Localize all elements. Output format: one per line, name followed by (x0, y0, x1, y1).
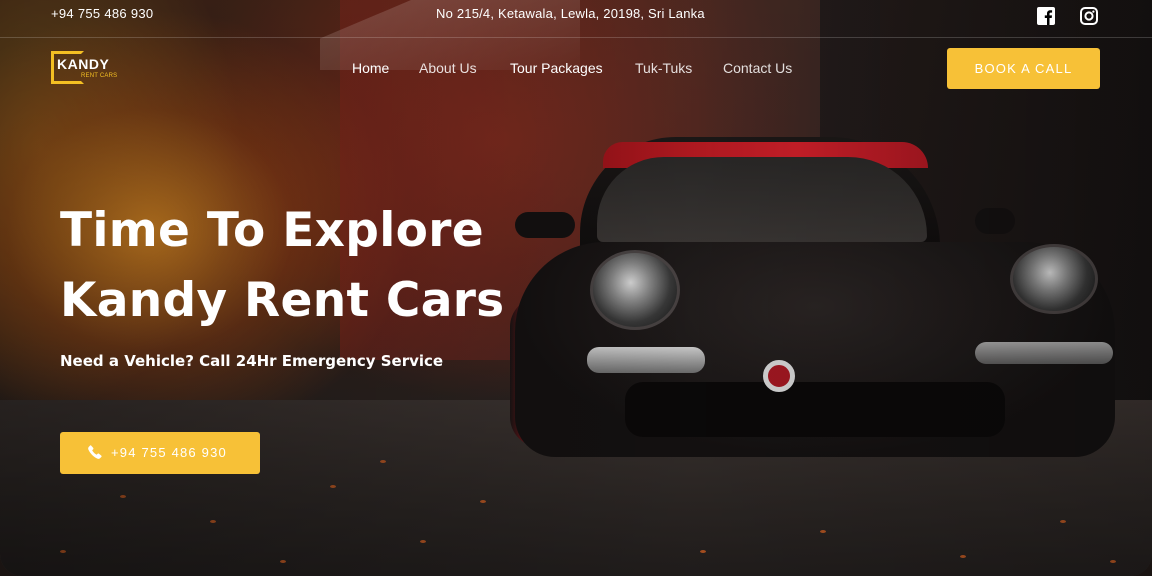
call-button-label: +94 755 486 930 (111, 445, 227, 460)
topbar-phone[interactable]: +94 755 486 930 (51, 6, 153, 21)
call-phone-button[interactable]: +94 755 486 930 (60, 432, 260, 474)
nav-item-about-us[interactable]: About Us (419, 60, 477, 76)
hero-headline: Time To Explore Kandy Rent Cars (60, 196, 540, 336)
top-bar: +94 755 486 930 No 215/4, Ketawala, Lewl… (0, 0, 1152, 38)
book-a-call-button[interactable]: BOOK A CALL (947, 48, 1100, 89)
site-logo[interactable]: KANDY RENT CARS (51, 51, 123, 87)
logo-tagline: RENT CARS (81, 73, 118, 79)
facebook-icon[interactable] (1037, 7, 1055, 25)
hero-subline: Need a Vehicle? Call 24Hr Emergency Serv… (60, 352, 444, 370)
topbar-address: No 215/4, Ketawala, Lewla, 20198, Sri La… (436, 6, 705, 21)
nav-item-contact-us[interactable]: Contact Us (723, 60, 792, 76)
nav-item-home[interactable]: Home (352, 60, 389, 76)
nav-item-tour-packages[interactable]: Tour Packages (510, 60, 603, 76)
logo-name: KANDY (57, 56, 110, 72)
phone-icon (88, 445, 102, 459)
nav-item-tuk-tuks[interactable]: Tuk-Tuks (635, 60, 692, 76)
hero-headline-line2: Kandy Rent Cars (60, 273, 505, 328)
hero-headline-line1: Time To Explore (60, 203, 484, 258)
instagram-icon[interactable] (1080, 7, 1098, 25)
